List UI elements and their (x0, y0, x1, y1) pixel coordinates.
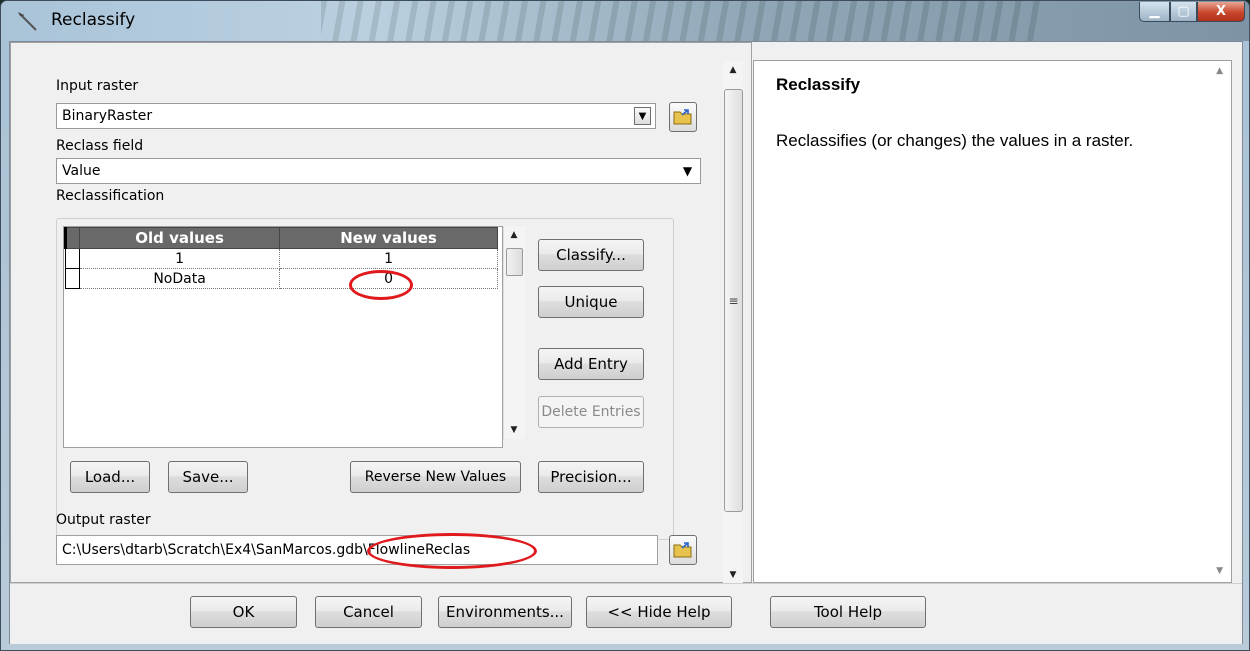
input-raster-combo[interactable]: BinaryRaster ▼ (56, 103, 656, 129)
maximize-button[interactable]: ▢ (1170, 2, 1197, 22)
reclassification-table[interactable]: Old values New values 1 1 NoData 0 (63, 226, 503, 448)
title-bar[interactable]: Reclassify ▁ ▢ X (1, 1, 1249, 41)
tool-help-button[interactable]: Tool Help (770, 596, 926, 628)
input-raster-label: Input raster (56, 78, 139, 94)
title-bar-background (321, 1, 1041, 41)
table-row[interactable]: 1 1 (65, 248, 498, 269)
old-value-cell[interactable]: NoData (78, 268, 281, 289)
input-raster-value: BinaryRaster (62, 108, 153, 124)
unique-button[interactable]: Unique (538, 286, 644, 318)
row-selector[interactable] (65, 268, 80, 289)
red-highlight-circle (367, 533, 537, 569)
column-header-new-values[interactable]: New values (279, 227, 498, 249)
row-header-corner (64, 227, 80, 249)
scroll-down-icon[interactable]: ▼ (723, 566, 743, 584)
new-value-cell[interactable]: 1 (279, 248, 498, 269)
output-raster-label: Output raster (56, 512, 151, 528)
hammer-tool-icon (18, 12, 37, 31)
scroll-down-icon[interactable]: ▼ (504, 421, 524, 439)
hide-help-button[interactable]: << Hide Help (586, 596, 732, 628)
environments-button[interactable]: Environments... (438, 596, 572, 628)
reclassification-label: Reclassification (56, 188, 165, 204)
help-description: Reclassifies (or changes) the values in … (776, 131, 1134, 150)
reclass-field-label: Reclass field (56, 138, 144, 154)
minimize-button[interactable]: ▁ (1139, 2, 1170, 22)
delete-entries-button[interactable]: Delete Entries (538, 396, 644, 428)
input-raster-browse-button[interactable] (669, 102, 697, 132)
parameters-scrollbar[interactable]: ▲ ≡ ▼ (723, 61, 743, 584)
column-header-old-values[interactable]: Old values (78, 227, 281, 249)
close-button[interactable]: X (1197, 2, 1245, 22)
open-folder-icon (673, 109, 692, 125)
add-entry-button[interactable]: Add Entry (538, 348, 644, 380)
reclass-field-value: Value (62, 163, 101, 179)
output-raster-field[interactable]: C:\Users\dtarb\Scratch\Ex4\SanMarcos.gdb… (56, 535, 658, 565)
open-folder-icon (673, 542, 692, 558)
scroll-thumb[interactable] (506, 248, 523, 276)
precision-button[interactable]: Precision... (538, 461, 644, 493)
scroll-up-icon[interactable]: ▲ (1216, 66, 1223, 76)
row-selector[interactable] (65, 248, 80, 269)
output-raster-browse-button[interactable] (669, 535, 697, 565)
scroll-thumb[interactable]: ≡ (724, 89, 743, 512)
window-title: Reclassify (51, 10, 136, 30)
old-value-cell[interactable]: 1 (78, 248, 281, 269)
chevron-down-icon[interactable]: ▼ (679, 162, 696, 180)
scroll-down-icon[interactable]: ▼ (1216, 566, 1223, 576)
scroll-up-icon[interactable]: ▲ (723, 61, 743, 79)
reverse-new-values-button[interactable]: Reverse New Values (350, 461, 521, 493)
chevron-down-icon[interactable]: ▼ (634, 107, 651, 125)
reclassify-window: Reclassify ▁ ▢ X Input raster BinaryRast… (0, 0, 1250, 651)
help-title: Reclassify (776, 75, 861, 94)
tool-parameters-panel: Input raster BinaryRaster ▼ Reclass fiel… (10, 42, 752, 584)
dialog-button-bar: OK Cancel Environments... << Hide Help T… (10, 583, 1242, 644)
red-highlight-circle (349, 270, 413, 300)
save-button[interactable]: Save... (168, 461, 248, 493)
cancel-button[interactable]: Cancel (315, 596, 422, 628)
table-scrollbar[interactable]: ▲ ▼ (503, 226, 525, 439)
dialog-client-area: Input raster BinaryRaster ▼ Reclass fiel… (9, 41, 1243, 644)
ok-button[interactable]: OK (190, 596, 297, 628)
help-panel: Reclassify Reclassifies (or changes) the… (753, 60, 1232, 583)
reclass-field-combo[interactable]: Value ▼ (56, 158, 701, 184)
scroll-up-icon[interactable]: ▲ (504, 226, 524, 244)
table-row[interactable]: NoData 0 (65, 268, 498, 289)
load-button[interactable]: Load... (70, 461, 150, 493)
classify-button[interactable]: Classify... (538, 239, 644, 271)
